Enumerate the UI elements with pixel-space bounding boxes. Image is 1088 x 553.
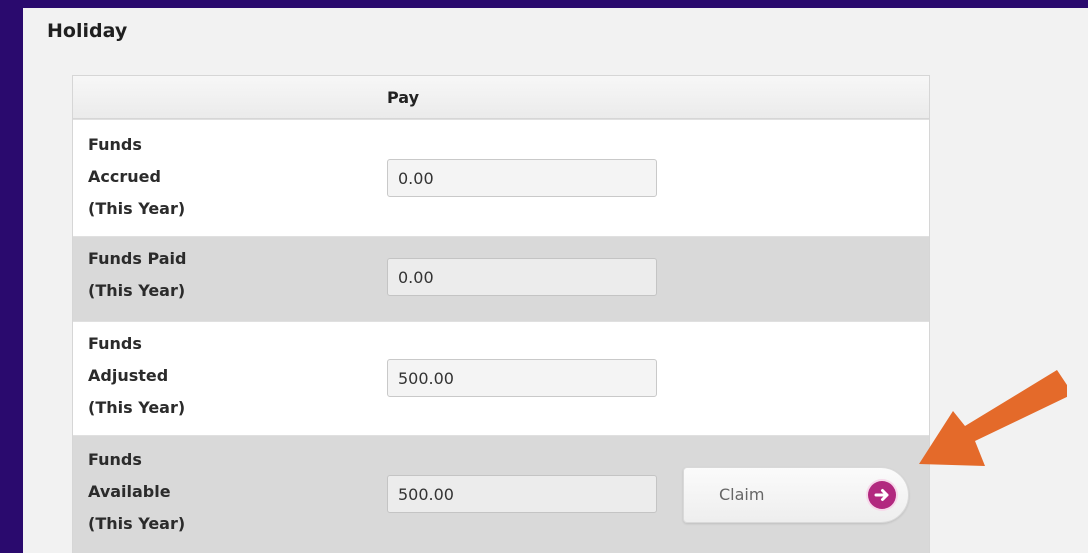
claim-button[interactable]: Claim [683, 467, 909, 523]
row-label: Funds Accrued (This Year) [88, 129, 238, 225]
row-label-line: (This Year) [88, 281, 186, 300]
row-funds-accrued: Funds Accrued (This Year) [73, 119, 929, 236]
arrow-right-circle-icon [868, 481, 896, 509]
row-label-line: Adjusted [88, 366, 169, 385]
funds-accrued-input[interactable] [387, 159, 657, 197]
table-header: Pay [73, 76, 929, 119]
row-label-line: (This Year) [88, 514, 186, 533]
row-label-line: Funds [88, 450, 142, 469]
row-label-line: Funds [88, 135, 142, 154]
row-label-line: (This Year) [88, 398, 186, 417]
holiday-panel: Holiday Pay Funds Accrued (This Year) Fu… [23, 8, 1088, 553]
row-label: Funds Paid (This Year) [88, 243, 238, 307]
row-funds-paid: Funds Paid (This Year) [73, 236, 929, 321]
claim-label: Claim [719, 485, 765, 504]
row-label-line: Accrued [88, 167, 161, 186]
header-pay: Pay [387, 88, 420, 107]
row-label-line: Funds Paid [88, 249, 187, 268]
row-label-line: Funds [88, 334, 142, 353]
funds-adjusted-input[interactable] [387, 359, 657, 397]
row-label: Funds Available (This Year) [88, 444, 238, 540]
row-label: Funds Adjusted (This Year) [88, 328, 238, 424]
row-label-line: Available [88, 482, 171, 501]
row-funds-adjusted: Funds Adjusted (This Year) [73, 321, 929, 435]
pay-table: Pay Funds Accrued (This Year) Funds Paid… [72, 75, 930, 553]
funds-paid-input[interactable] [387, 258, 657, 296]
row-funds-available: Funds Available (This Year) Claim [73, 435, 929, 553]
funds-available-input[interactable] [387, 475, 657, 513]
section-title: Holiday [47, 20, 128, 42]
row-label-line: (This Year) [88, 199, 186, 218]
